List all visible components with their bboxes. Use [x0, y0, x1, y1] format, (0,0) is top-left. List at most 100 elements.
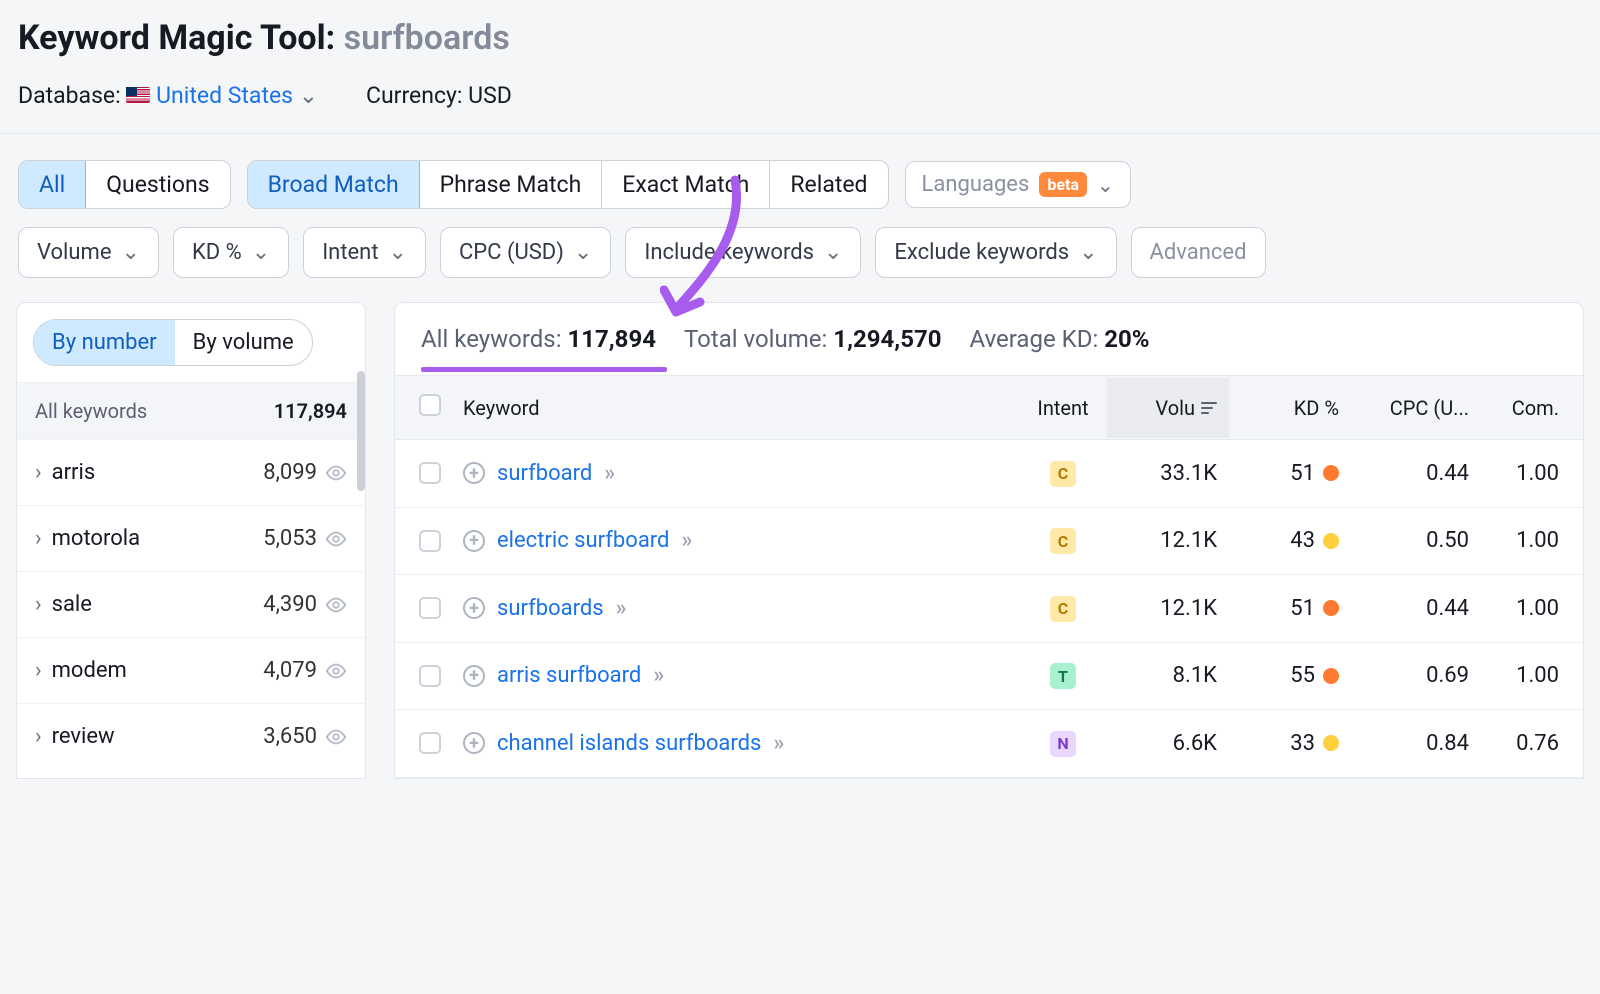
summary-row: All keywords: 117,894 Total volume: 1,29… [395, 303, 1583, 375]
intent-badge: T [1050, 663, 1076, 689]
chevron-double-icon[interactable]: » [616, 596, 623, 621]
tab-broad-match[interactable]: Broad Match [248, 161, 420, 208]
filter-volume[interactable]: Volume⌄ [18, 227, 159, 278]
filter-kd[interactable]: KD %⌄ [173, 227, 289, 278]
sidebar-item-label: motorola [52, 526, 140, 551]
add-icon[interactable]: + [463, 462, 485, 484]
tab-questions[interactable]: Questions [86, 161, 229, 208]
cell-volume: 12.1K [1107, 596, 1229, 621]
kd-dot-icon [1323, 465, 1339, 481]
sidebar-item[interactable]: ›modem4,079 [17, 637, 365, 703]
chevron-double-icon[interactable]: » [681, 528, 688, 553]
languages-dropdown[interactable]: Languages beta ⌄ [905, 161, 1131, 208]
page-title: Keyword Magic Tool: surfboards [18, 18, 1582, 58]
row-checkbox[interactable] [419, 732, 441, 754]
add-icon[interactable]: + [463, 732, 485, 754]
results-panel: All keywords: 117,894 Total volume: 1,29… [394, 302, 1584, 779]
sidebar-item[interactable]: ›review3,650 [17, 703, 365, 769]
sidebar-item[interactable]: ›arris8,099 [17, 439, 365, 505]
sidebar-item[interactable]: ›motorola5,053 [17, 505, 365, 571]
table-header: Keyword Intent Volu KD % CPC (U... Com. [395, 375, 1583, 440]
tab-phrase-match[interactable]: Phrase Match [420, 161, 603, 208]
intent-badge: C [1050, 596, 1076, 622]
row-checkbox[interactable] [419, 462, 441, 484]
eye-icon[interactable] [325, 660, 347, 682]
keyword-link[interactable]: arris surfboard [497, 663, 641, 688]
keyword-link[interactable]: channel islands surfboards [497, 731, 761, 756]
add-icon[interactable]: + [463, 597, 485, 619]
cell-kd: 33 [1229, 731, 1339, 756]
chevron-double-icon[interactable]: » [653, 663, 660, 688]
match-group: Broad Match Phrase Match Exact Match Rel… [247, 160, 889, 209]
table-row: + surfboard » C 33.1K 51 0.44 1.00 [395, 440, 1583, 508]
filter-advanced[interactable]: Advanced [1131, 227, 1266, 278]
sidebar-item-count: 4,390 [263, 592, 317, 617]
filter-exclude[interactable]: Exclude keywords⌄ [875, 227, 1116, 278]
toggle-by-volume[interactable]: By volume [175, 320, 312, 365]
cell-volume: 12.1K [1107, 528, 1229, 553]
chevron-right-icon: › [35, 658, 42, 683]
sidebar-item-count: 3,650 [263, 724, 317, 749]
th-cpc[interactable]: CPC (U... [1339, 396, 1469, 420]
keyword-link[interactable]: surfboard [497, 461, 592, 486]
filter-intent[interactable]: Intent⌄ [303, 227, 426, 278]
row-checkbox[interactable] [419, 530, 441, 552]
database-value: United States [156, 82, 293, 109]
chevron-down-icon: ⌄ [574, 240, 592, 265]
row-checkbox[interactable] [419, 665, 441, 687]
sidebar-all-count: 117,894 [274, 399, 347, 423]
chevron-down-icon: ⌄ [299, 82, 318, 109]
beta-badge: beta [1039, 172, 1087, 197]
sidebar-all-keywords[interactable]: All keywords 117,894 [17, 383, 365, 439]
eye-icon[interactable] [325, 726, 347, 748]
cell-cpc: 0.84 [1339, 731, 1469, 756]
sort-toggle: By number By volume [33, 319, 313, 366]
database-selector[interactable]: Database: United States ⌄ [18, 82, 318, 109]
title-prefix: Keyword Magic Tool: [18, 18, 335, 58]
chevron-down-icon: ⌄ [1097, 173, 1114, 197]
chevron-down-icon: ⌄ [824, 240, 842, 265]
filter-cpc[interactable]: CPC (USD)⌄ [440, 227, 611, 278]
eye-icon[interactable] [325, 462, 347, 484]
tab-related[interactable]: Related [770, 161, 887, 208]
kd-dot-icon [1323, 735, 1339, 751]
cell-kd: 55 [1229, 663, 1339, 688]
add-icon[interactable]: + [463, 665, 485, 687]
add-icon[interactable]: + [463, 530, 485, 552]
cell-cpc: 0.69 [1339, 663, 1469, 688]
chevron-down-icon: ⌄ [389, 240, 407, 265]
kd-dot-icon [1323, 533, 1339, 549]
cell-kd: 51 [1229, 596, 1339, 621]
select-all-checkbox[interactable] [419, 394, 441, 416]
cell-volume: 33.1K [1107, 461, 1229, 486]
th-com[interactable]: Com. [1469, 396, 1559, 420]
us-flag-icon [126, 87, 150, 103]
sidebar-item-label: arris [52, 460, 96, 485]
toggle-by-number[interactable]: By number [34, 320, 175, 365]
sidebar-item[interactable]: ›sale4,390 [17, 571, 365, 637]
tab-exact-match[interactable]: Exact Match [602, 161, 770, 208]
cell-com: 1.00 [1469, 461, 1559, 486]
th-volume[interactable]: Volu [1107, 378, 1229, 438]
table-row: + arris surfboard » T 8.1K 55 0.69 1.00 [395, 643, 1583, 711]
keyword-link[interactable]: electric surfboard [497, 528, 669, 553]
cell-com: 1.00 [1469, 663, 1559, 688]
keyword-link[interactable]: surfboards [497, 596, 604, 621]
sidebar-item-count: 4,079 [263, 658, 317, 683]
th-keyword[interactable]: Keyword [463, 396, 1019, 420]
row-checkbox[interactable] [419, 597, 441, 619]
summary-all-kw: 117,894 [567, 325, 656, 353]
chevron-right-icon: › [35, 460, 42, 485]
chevron-double-icon[interactable]: » [773, 731, 780, 756]
languages-label: Languages [922, 172, 1030, 197]
scrollbar[interactable] [357, 371, 365, 491]
filter-include[interactable]: Include keywords⌄ [625, 227, 861, 278]
tab-all[interactable]: All [19, 161, 86, 208]
eye-icon[interactable] [325, 594, 347, 616]
eye-icon[interactable] [325, 528, 347, 550]
chevron-double-icon[interactable]: » [604, 461, 611, 486]
table-row: + electric surfboard » C 12.1K 43 0.50 1… [395, 508, 1583, 576]
filters-row: Volume⌄ KD %⌄ Intent⌄ CPC (USD)⌄ Include… [0, 227, 1600, 302]
th-intent[interactable]: Intent [1019, 396, 1107, 420]
th-kd[interactable]: KD % [1229, 396, 1339, 420]
